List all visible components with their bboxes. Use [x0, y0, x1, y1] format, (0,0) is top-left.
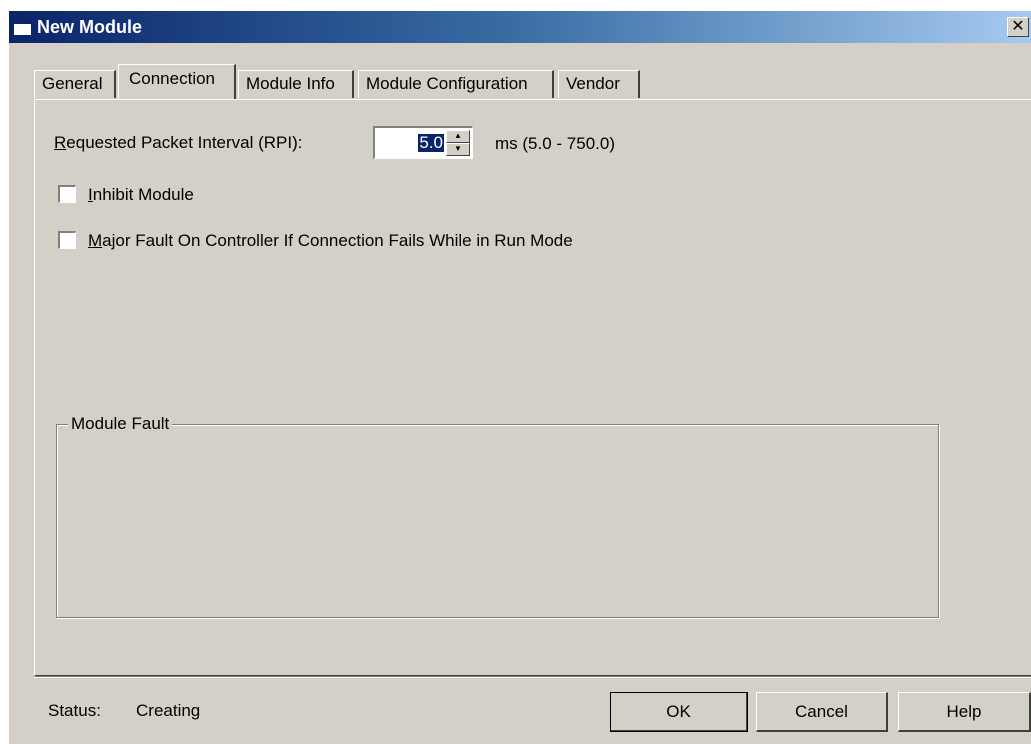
tab-general-label: General: [42, 74, 103, 93]
tab-connection[interactable]: Connection: [118, 64, 236, 99]
help-button[interactable]: Help: [898, 692, 1031, 732]
tab-module-configuration[interactable]: Module Configuration: [358, 70, 554, 98]
status-label: Status:: [48, 701, 101, 720]
status-value: Creating: [136, 701, 201, 720]
tab-module-info-label: Module Info: [246, 74, 335, 93]
cancel-button[interactable]: Cancel: [756, 692, 888, 732]
module-fault-label: Module Fault: [68, 414, 173, 434]
major-fault-checkbox[interactable]: [58, 231, 76, 249]
tab-vendor[interactable]: Vendor: [558, 70, 640, 98]
rpi-label: Requested Packet Interval (RPI):: [54, 133, 303, 152]
window-title: New Module: [37, 17, 143, 37]
close-button[interactable]: ✕: [1007, 17, 1029, 37]
window-icon: [13, 19, 32, 36]
rpi-spin-buttons: ▲ ▼: [446, 130, 470, 156]
tab-connection-label: Connection: [129, 69, 216, 88]
ok-button[interactable]: OK: [610, 692, 748, 732]
arrow-down-icon: ▼: [454, 144, 462, 153]
rpi-range-label: ms (5.0 - 750.0): [495, 134, 615, 153]
rpi-spinner[interactable]: 5.0 ▲ ▼: [373, 126, 473, 159]
rpi-input[interactable]: 5.0: [418, 134, 444, 152]
spin-up-button[interactable]: ▲: [446, 130, 470, 143]
module-fault-group: [56, 424, 939, 618]
tab-vendor-label: Vendor: [566, 74, 620, 93]
arrow-up-icon: ▲: [454, 131, 462, 140]
bottom-separator: [34, 676, 1031, 678]
title-bar[interactable]: New Module ✕: [9, 11, 1031, 43]
inhibit-module-label: Inhibit Module: [88, 185, 194, 204]
spin-down-button[interactable]: ▼: [446, 143, 470, 156]
tab-module-info[interactable]: Module Info: [238, 70, 354, 98]
inhibit-module-checkbox[interactable]: [58, 185, 76, 203]
major-fault-label: Major Fault On Controller If Connection …: [88, 231, 573, 250]
tab-module-configuration-label: Module Configuration: [366, 74, 528, 93]
tab-general[interactable]: General: [34, 70, 116, 98]
